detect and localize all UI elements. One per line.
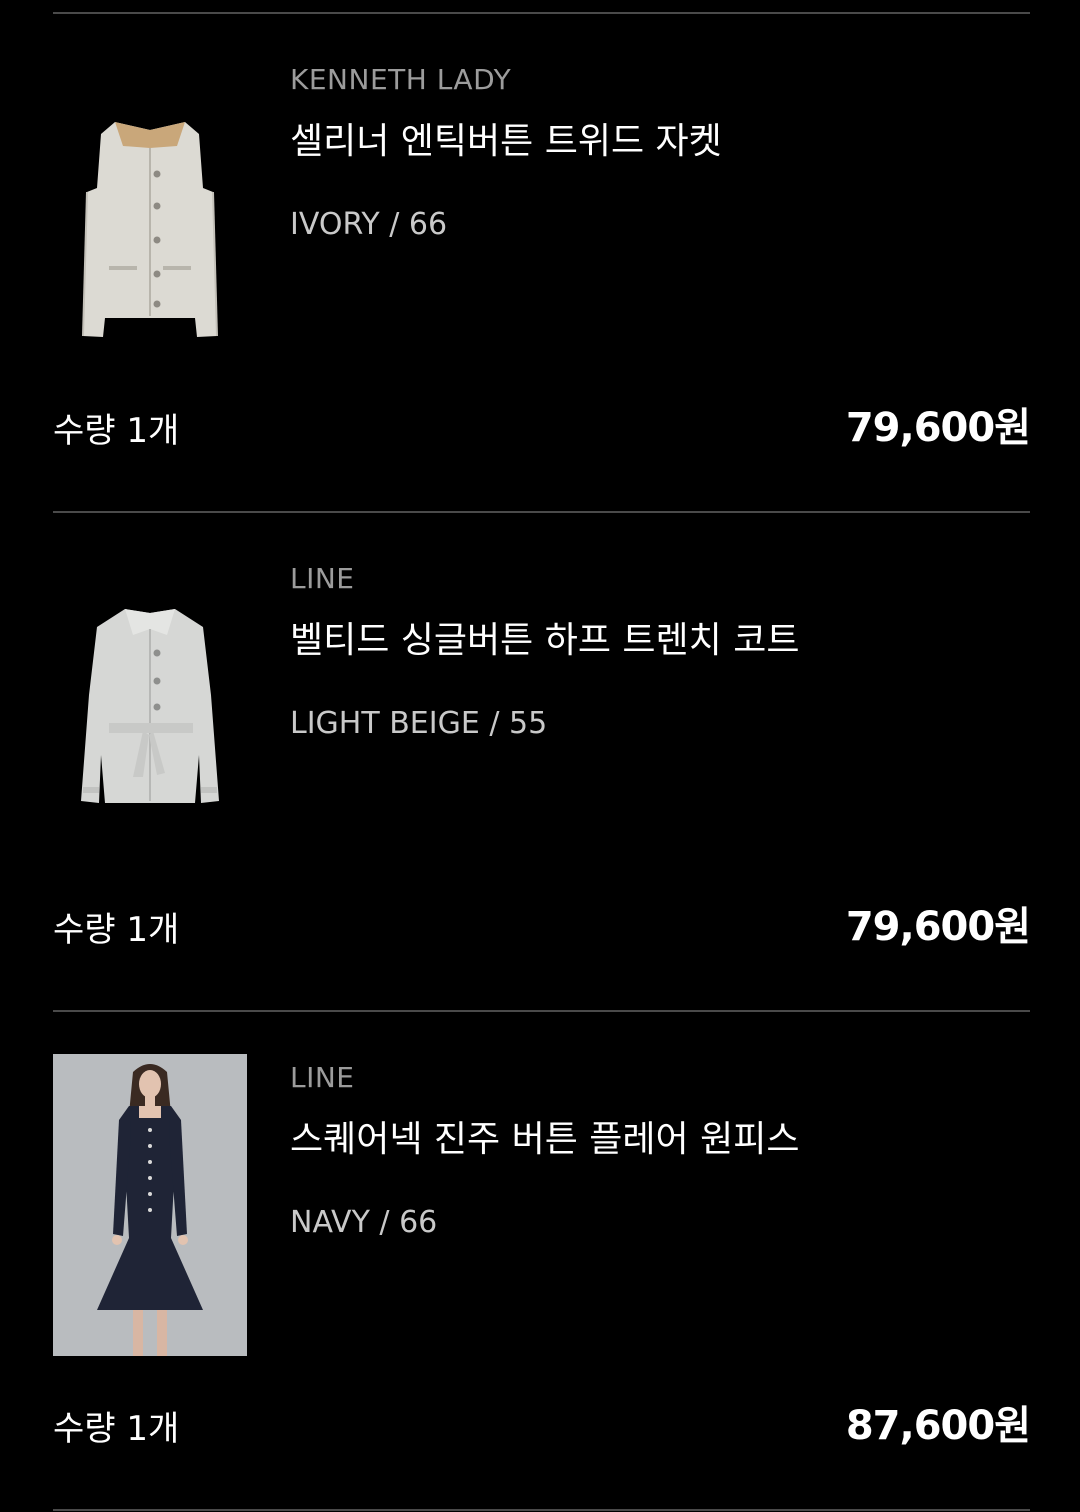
divider-bottom [53,1509,1030,1511]
price-label: 87,600원 [845,1403,1031,1449]
price-label: 79,600원 [845,405,1031,451]
product-option: NAVY / 66 [290,1205,438,1240]
product-image-dress[interactable] [53,1054,247,1356]
product-image-coat[interactable] [53,555,247,857]
brand-name: KENNETH LADY [290,63,512,96]
brand-name: LINE [290,1061,355,1094]
product-info: LINE 벨티드 싱글버튼 하프 트렌치 코트 LIGHT BEIGE / 55 [290,561,1030,743]
product-info: LINE 스퀘어넥 진주 버튼 플레어 원피스 NAVY / 66 [290,1060,1030,1242]
brand-name: LINE [290,562,355,595]
quantity-label: 수량 1개 [53,910,180,950]
cart-item-3: LINE 스퀘어넥 진주 버튼 플레어 원피스 NAVY / 66 수량 1개 … [0,1012,1080,1510]
product-name[interactable]: 벨티드 싱글버튼 하프 트렌치 코트 [290,619,1030,663]
product-option: IVORY / 66 [290,207,448,242]
product-name[interactable]: 스퀘어넥 진주 버튼 플레어 원피스 [290,1118,1030,1162]
product-option: LIGHT BEIGE / 55 [290,706,548,741]
product-info: KENNETH LADY 셀리너 엔틱버튼 트위드 자켓 IVORY / 66 [290,62,1030,244]
product-name[interactable]: 셀리너 엔틱버튼 트위드 자켓 [290,120,1030,164]
quantity-label: 수량 1개 [53,1409,180,1449]
quantity-label: 수량 1개 [53,411,180,451]
cart-item-2: LINE 벨티드 싱글버튼 하프 트렌치 코트 LIGHT BEIGE / 55… [0,513,1080,1011]
price-label: 79,600원 [845,904,1031,950]
product-image-jacket[interactable] [53,56,247,358]
cart-item-1: KENNETH LADY 셀리너 엔틱버튼 트위드 자켓 IVORY / 66 … [0,14,1080,512]
